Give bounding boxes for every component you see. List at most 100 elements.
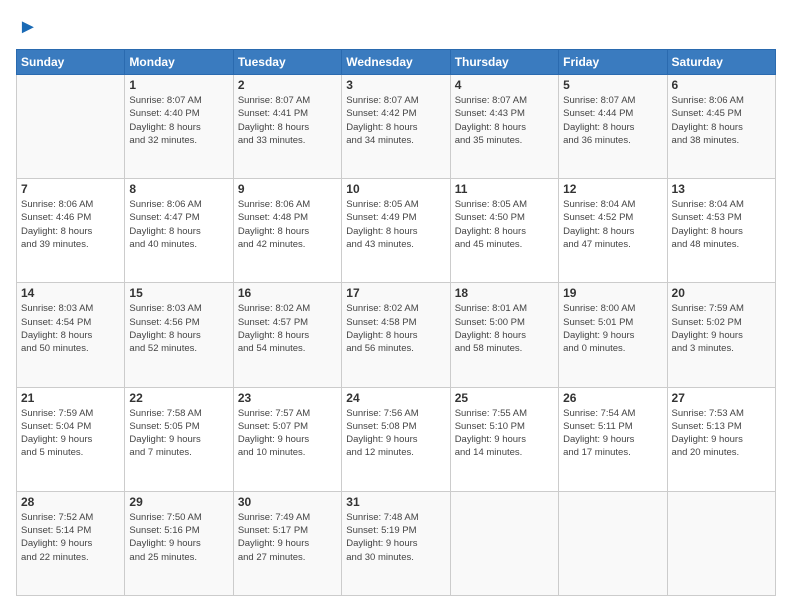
day-info: Sunrise: 8:07 AM Sunset: 4:40 PM Dayligh… <box>129 94 228 147</box>
day-info: Sunrise: 8:06 AM Sunset: 4:47 PM Dayligh… <box>129 198 228 251</box>
day-info: Sunrise: 8:07 AM Sunset: 4:41 PM Dayligh… <box>238 94 337 147</box>
day-info: Sunrise: 7:50 AM Sunset: 5:16 PM Dayligh… <box>129 511 228 564</box>
calendar-cell: 30Sunrise: 7:49 AM Sunset: 5:17 PM Dayli… <box>233 491 341 595</box>
calendar-cell: 23 Sunrise: 7:57 AM Sunset: 5:07 PM Dayli… <box>233 387 341 491</box>
week-row-5: 28 Sunrise: 7:52 AM Sunset: 5:14 PM Dayli… <box>17 491 776 595</box>
calendar-cell: 19 Sunrise: 8:00 AM Sunset: 5:01 PM Dayli… <box>559 283 667 387</box>
day-info: Sunrise: 8:02 AM Sunset: 4:57 PM Dayligh… <box>238 302 337 355</box>
header-day-saturday: Saturday <box>667 50 775 75</box>
calendar-cell: 9 Sunrise: 8:06 AM Sunset: 4:48 PM Daylig… <box>233 179 341 283</box>
day-info: Sunrise: 8:05 AM Sunset: 4:49 PM Dayligh… <box>346 198 445 251</box>
header-day-friday: Friday <box>559 50 667 75</box>
day-info: Sunrise: 8:07 AM Sunset: 4:42 PM Dayligh… <box>346 94 445 147</box>
calendar-cell: 18 Sunrise: 8:01 AM Sunset: 5:00 PM Dayli… <box>450 283 558 387</box>
day-number: 12 <box>563 182 662 196</box>
day-number: 3 <box>346 78 445 92</box>
day-number: 19 <box>563 286 662 300</box>
calendar-cell: 27 Sunrise: 7:53 AM Sunset: 5:13 PM Dayli… <box>667 387 775 491</box>
day-info: Sunrise: 8:05 AM Sunset: 4:50 PM Dayligh… <box>455 198 554 251</box>
day-info: Sunrise: 8:07 AM Sunset: 4:43 PM Dayligh… <box>455 94 554 147</box>
calendar-cell: 11 Sunrise: 8:05 AM Sunset: 4:50 PM Dayli… <box>450 179 558 283</box>
day-info: Sunrise: 7:55 AM Sunset: 5:10 PM Dayligh… <box>455 407 554 460</box>
day-info: Sunrise: 7:57 AM Sunset: 5:07 PM Dayligh… <box>238 407 337 460</box>
calendar-cell: 12 Sunrise: 8:04 AM Sunset: 4:52 PM Dayli… <box>559 179 667 283</box>
day-info: Sunrise: 8:03 AM Sunset: 4:54 PM Dayligh… <box>21 302 120 355</box>
day-number: 25 <box>455 391 554 405</box>
calendar-header: SundayMondayTuesdayWednesdayThursdayFrid… <box>17 50 776 75</box>
day-number: 22 <box>129 391 228 405</box>
calendar-cell: 3 Sunrise: 8:07 AM Sunset: 4:42 PM Daylig… <box>342 75 450 179</box>
day-info: Sunrise: 7:56 AM Sunset: 5:08 PM Dayligh… <box>346 407 445 460</box>
calendar-cell: 28 Sunrise: 7:52 AM Sunset: 5:14 PM Dayli… <box>17 491 125 595</box>
day-info: Sunrise: 8:06 AM Sunset: 4:45 PM Dayligh… <box>672 94 771 147</box>
week-row-1: 1Sunrise: 8:07 AM Sunset: 4:40 PM Daylig… <box>17 75 776 179</box>
day-info: Sunrise: 8:00 AM Sunset: 5:01 PM Dayligh… <box>563 302 662 355</box>
calendar-cell: 14Sunrise: 8:03 AM Sunset: 4:54 PM Dayli… <box>17 283 125 387</box>
day-number: 15 <box>129 286 228 300</box>
day-number: 31 <box>346 495 445 509</box>
week-row-2: 7 Sunrise: 8:06 AM Sunset: 4:46 PM Daylig… <box>17 179 776 283</box>
calendar-cell: 4 Sunrise: 8:07 AM Sunset: 4:43 PM Daylig… <box>450 75 558 179</box>
day-number: 2 <box>238 78 337 92</box>
day-number: 10 <box>346 182 445 196</box>
day-info: Sunrise: 7:48 AM Sunset: 5:19 PM Dayligh… <box>346 511 445 564</box>
day-number: 9 <box>238 182 337 196</box>
header-day-thursday: Thursday <box>450 50 558 75</box>
header-row: SundayMondayTuesdayWednesdayThursdayFrid… <box>17 50 776 75</box>
day-info: Sunrise: 7:59 AM Sunset: 5:02 PM Dayligh… <box>672 302 771 355</box>
day-info: Sunrise: 8:03 AM Sunset: 4:56 PM Dayligh… <box>129 302 228 355</box>
logo-icon: ► <box>18 16 38 39</box>
week-row-3: 14Sunrise: 8:03 AM Sunset: 4:54 PM Dayli… <box>17 283 776 387</box>
calendar-cell <box>17 75 125 179</box>
calendar-cell: 7 Sunrise: 8:06 AM Sunset: 4:46 PM Daylig… <box>17 179 125 283</box>
day-info: Sunrise: 7:52 AM Sunset: 5:14 PM Dayligh… <box>21 511 120 564</box>
calendar-cell: 17Sunrise: 8:02 AM Sunset: 4:58 PM Dayli… <box>342 283 450 387</box>
day-info: Sunrise: 8:06 AM Sunset: 4:46 PM Dayligh… <box>21 198 120 251</box>
day-number: 18 <box>455 286 554 300</box>
calendar-cell: 20 Sunrise: 7:59 AM Sunset: 5:02 PM Dayli… <box>667 283 775 387</box>
day-number: 28 <box>21 495 120 509</box>
day-info: Sunrise: 7:53 AM Sunset: 5:13 PM Dayligh… <box>672 407 771 460</box>
day-info: Sunrise: 8:06 AM Sunset: 4:48 PM Dayligh… <box>238 198 337 251</box>
day-info: Sunrise: 8:04 AM Sunset: 4:53 PM Dayligh… <box>672 198 771 251</box>
calendar-cell: 22 Sunrise: 7:58 AM Sunset: 5:05 PM Dayli… <box>125 387 233 491</box>
day-info: Sunrise: 8:01 AM Sunset: 5:00 PM Dayligh… <box>455 302 554 355</box>
header-day-sunday: Sunday <box>17 50 125 75</box>
calendar-cell: 5Sunrise: 8:07 AM Sunset: 4:44 PM Daylig… <box>559 75 667 179</box>
day-number: 13 <box>672 182 771 196</box>
calendar-body: 1Sunrise: 8:07 AM Sunset: 4:40 PM Daylig… <box>17 75 776 596</box>
week-row-4: 21 Sunrise: 7:59 AM Sunset: 5:04 PM Dayli… <box>17 387 776 491</box>
day-info: Sunrise: 7:59 AM Sunset: 5:04 PM Dayligh… <box>21 407 120 460</box>
header-day-tuesday: Tuesday <box>233 50 341 75</box>
day-number: 29 <box>129 495 228 509</box>
calendar-cell: 6Sunrise: 8:06 AM Sunset: 4:45 PM Daylig… <box>667 75 775 179</box>
header: ► <box>16 16 776 39</box>
calendar-cell: 10 Sunrise: 8:05 AM Sunset: 4:49 PM Dayli… <box>342 179 450 283</box>
calendar-cell: 29 Sunrise: 7:50 AM Sunset: 5:16 PM Dayli… <box>125 491 233 595</box>
calendar-cell: 16 Sunrise: 8:02 AM Sunset: 4:57 PM Dayli… <box>233 283 341 387</box>
calendar-cell: 31 Sunrise: 7:48 AM Sunset: 5:19 PM Dayli… <box>342 491 450 595</box>
day-number: 21 <box>21 391 120 405</box>
day-number: 20 <box>672 286 771 300</box>
day-number: 23 <box>238 391 337 405</box>
calendar-cell: 21 Sunrise: 7:59 AM Sunset: 5:04 PM Dayli… <box>17 387 125 491</box>
day-number: 11 <box>455 182 554 196</box>
day-info: Sunrise: 7:58 AM Sunset: 5:05 PM Dayligh… <box>129 407 228 460</box>
calendar-cell: 2 Sunrise: 8:07 AM Sunset: 4:41 PM Daylig… <box>233 75 341 179</box>
day-info: Sunrise: 7:49 AM Sunset: 5:17 PM Dayligh… <box>238 511 337 564</box>
day-number: 27 <box>672 391 771 405</box>
day-number: 16 <box>238 286 337 300</box>
header-day-wednesday: Wednesday <box>342 50 450 75</box>
day-info: Sunrise: 8:04 AM Sunset: 4:52 PM Dayligh… <box>563 198 662 251</box>
day-info: Sunrise: 8:02 AM Sunset: 4:58 PM Dayligh… <box>346 302 445 355</box>
calendar-cell <box>559 491 667 595</box>
day-number: 4 <box>455 78 554 92</box>
day-number: 7 <box>21 182 120 196</box>
calendar-cell: 26Sunrise: 7:54 AM Sunset: 5:11 PM Dayli… <box>559 387 667 491</box>
calendar-cell <box>667 491 775 595</box>
logo: ► <box>16 16 38 39</box>
day-number: 5 <box>563 78 662 92</box>
calendar-cell: 1Sunrise: 8:07 AM Sunset: 4:40 PM Daylig… <box>125 75 233 179</box>
calendar-cell: 24Sunrise: 7:56 AM Sunset: 5:08 PM Dayli… <box>342 387 450 491</box>
calendar-cell <box>450 491 558 595</box>
